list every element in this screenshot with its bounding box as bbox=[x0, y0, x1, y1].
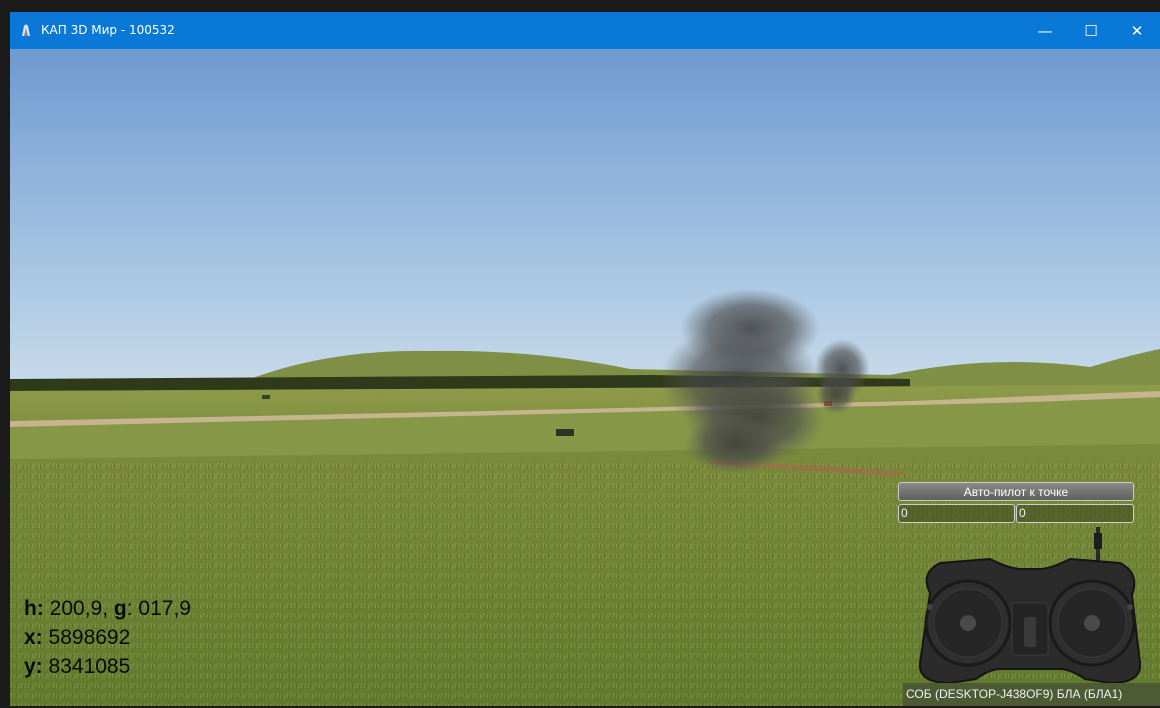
close-button[interactable]: ✕ bbox=[1114, 12, 1160, 49]
hud-y-value: 8341085 bbox=[48, 655, 131, 678]
application-window: КАП 3D Мир - 100532 — ☐ ✕ h: 200,9, g: 0… bbox=[10, 12, 1160, 706]
maximize-icon: ☐ bbox=[1084, 21, 1098, 40]
window-title: КАП 3D Мир - 100532 bbox=[41, 23, 175, 37]
status-bar: СОБ (DESKTOP-J438OF9) БЛА (БЛА1) bbox=[903, 683, 1160, 706]
autopilot-to-point-button[interactable]: Авто-пилот к точке bbox=[898, 482, 1134, 501]
rc-transmitter-icon[interactable] bbox=[910, 523, 1150, 683]
close-icon: ✕ bbox=[1130, 21, 1144, 40]
maximize-button[interactable]: ☐ bbox=[1068, 12, 1114, 49]
hud-x-value: 5898692 bbox=[48, 626, 131, 649]
minimize-icon: — bbox=[1037, 21, 1053, 40]
hud-x-line: x: 5898692 bbox=[24, 626, 324, 650]
3d-viewport[interactable]: h: 200,9, g: 017,9 x: 5898692 y: 8341085… bbox=[10, 49, 1160, 706]
minimize-button[interactable]: — bbox=[1022, 12, 1068, 49]
hud-g-label: g bbox=[113, 597, 127, 620]
hud-x-label: x: bbox=[24, 626, 43, 649]
target-y-input[interactable]: 0 bbox=[1016, 504, 1134, 523]
hud-heading-line: h: 200,9, g: 017,9 bbox=[24, 597, 324, 621]
hud-h-label: h: bbox=[24, 597, 44, 620]
hud-g-value: : 017,9 bbox=[126, 597, 191, 620]
title-bar[interactable]: КАП 3D Мир - 100532 — ☐ ✕ bbox=[10, 12, 1160, 49]
hud-h-value: 200,9, bbox=[49, 597, 109, 620]
hud-y-label: y: bbox=[24, 655, 43, 678]
app-icon bbox=[22, 24, 30, 36]
target-x-input[interactable]: 0 bbox=[898, 504, 1015, 523]
hud-y-line: y: 8341085 bbox=[24, 655, 324, 679]
